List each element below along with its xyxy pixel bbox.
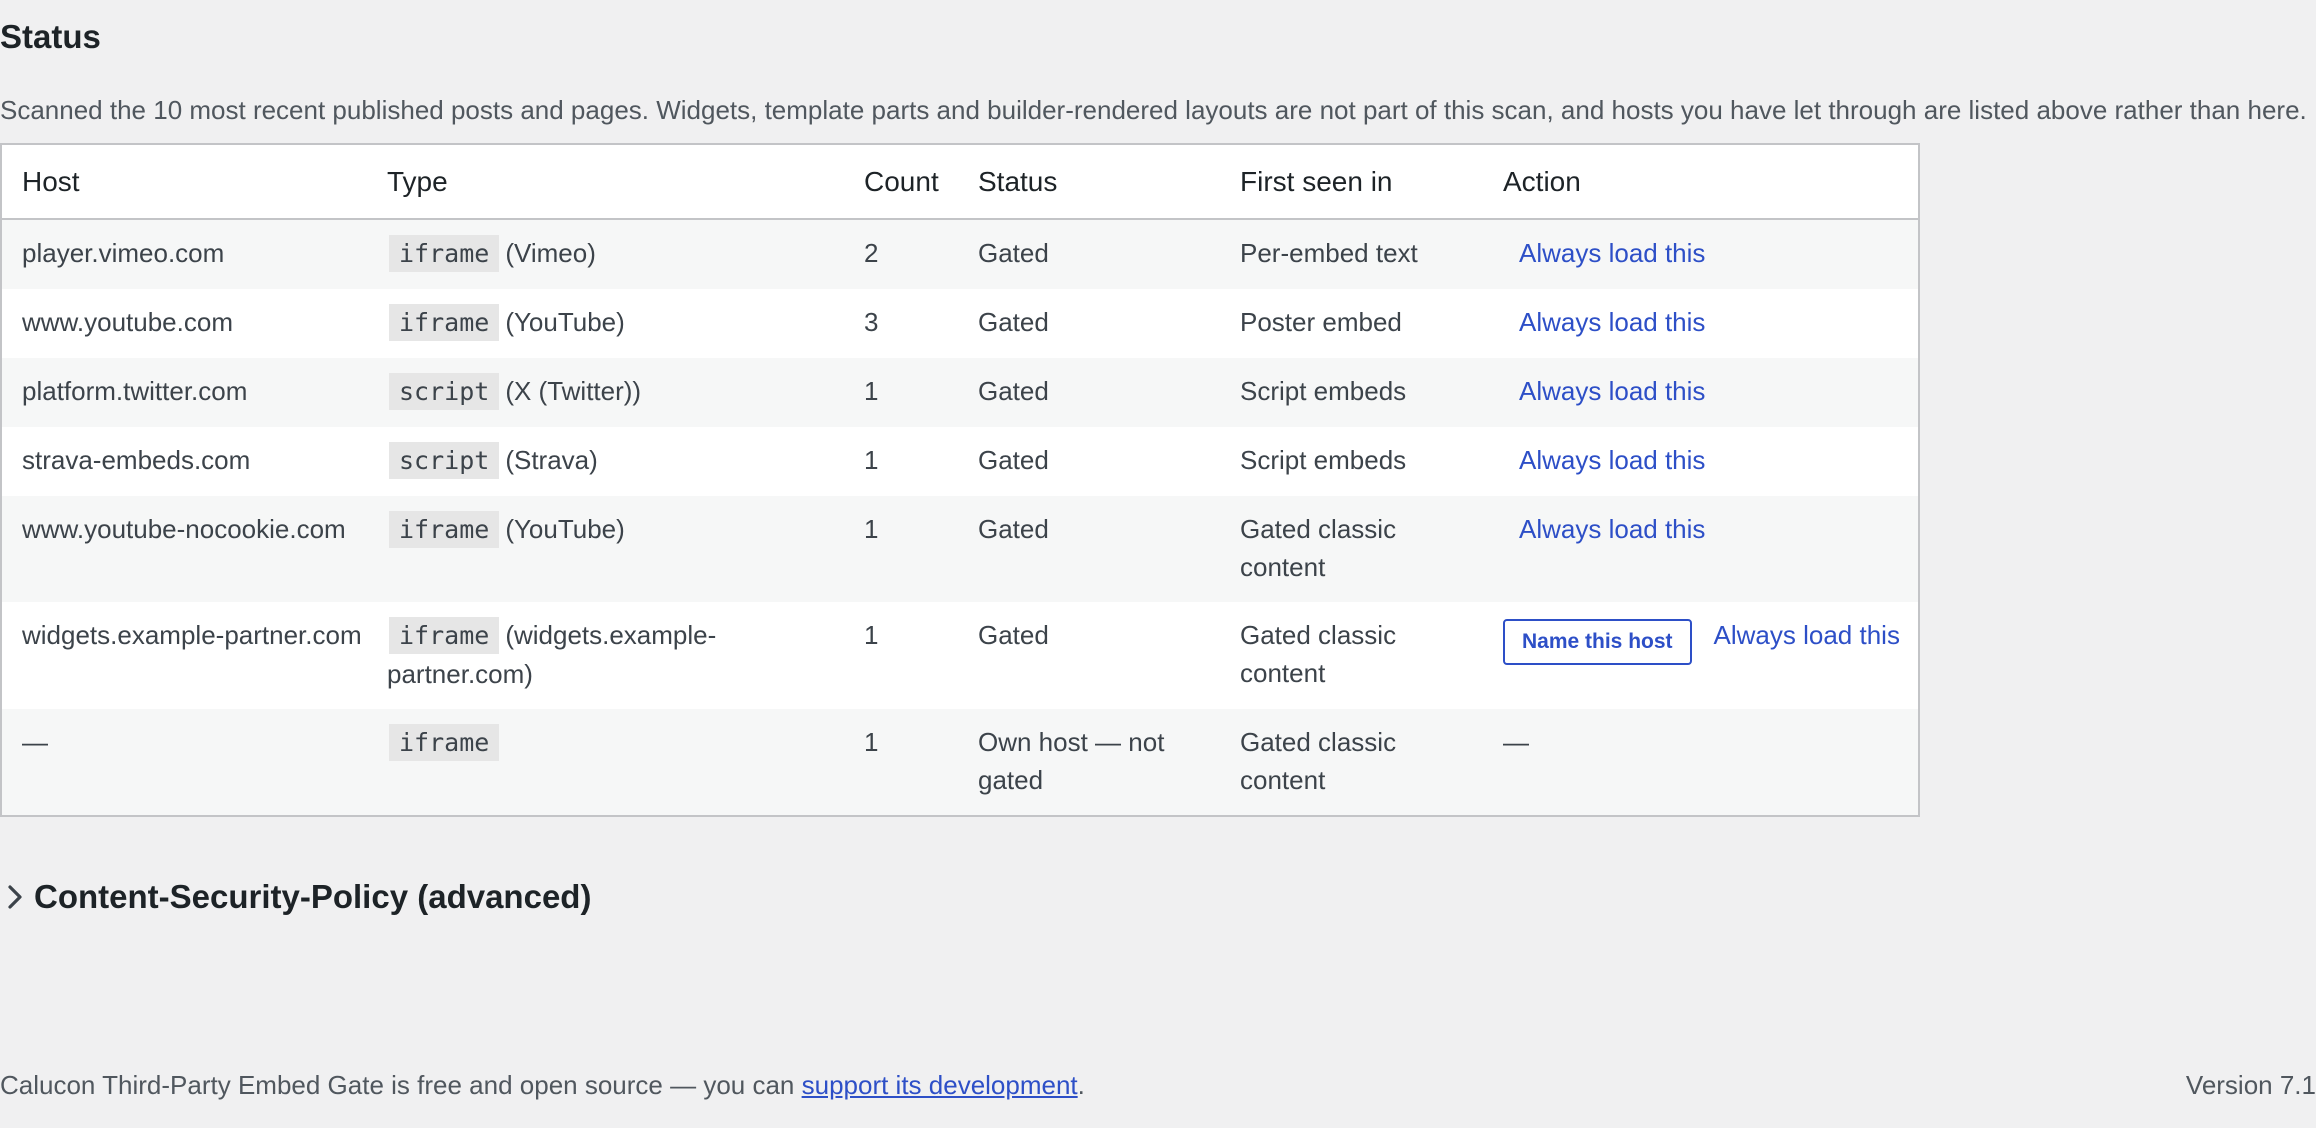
type-code: script: [389, 373, 500, 410]
first-seen-cell: Gated classic content: [1240, 620, 1397, 688]
column-header-type: Type: [367, 145, 844, 220]
table-row: platform.twitter.com script (X (Twitter)) 1…: [2, 358, 1918, 427]
status-cell: Gated: [978, 445, 1049, 475]
host-status-table: Host Type Count Status First seen in Act…: [0, 143, 1920, 817]
type-cell: iframe (Vimeo): [367, 219, 844, 289]
column-header-action: Action: [1483, 145, 1918, 220]
count-cell: 1: [864, 620, 879, 650]
status-cell: Gated: [978, 307, 1049, 337]
type-cell: script (Strava): [367, 427, 844, 496]
type-code: script: [389, 442, 500, 479]
chevron-right-icon: [8, 885, 22, 909]
action-cell: Always load this: [1483, 289, 1918, 358]
host-cell: widgets.example-partner.com: [22, 620, 362, 650]
host-cell: platform.twitter.com: [2, 358, 367, 427]
scan-description: Scanned the 10 most recent published pos…: [0, 95, 2307, 125]
footer-text-end: .: [1077, 1070, 1085, 1100]
type-code: iframe: [389, 235, 500, 272]
always-load-link[interactable]: Always load this: [1519, 514, 1705, 544]
table-row: www.youtube-nocookie.com iframe (YouTube) 1…: [2, 496, 1918, 602]
type-code: iframe: [389, 617, 500, 654]
table-header-row: Host Type Count Status First seen in Act…: [2, 145, 1918, 220]
action-cell: Name this host Always load this: [1483, 602, 1918, 709]
table-row: strava-embeds.com script (Strava) 1 Gated Scr…: [2, 427, 1918, 496]
action-cell: Always load this: [1483, 358, 1918, 427]
status-cell: Gated: [958, 496, 1220, 602]
status-cell: Gated: [958, 358, 1220, 427]
count-cell: 1: [844, 496, 958, 602]
section-heading: Status: [0, 18, 101, 55]
action-cell: —: [1483, 709, 1918, 815]
count-cell: 1: [864, 445, 879, 475]
column-header-host: Host: [2, 145, 367, 220]
table-row: player.vimeo.com iframe (Vimeo) 2 Gated Per-e…: [2, 219, 1918, 289]
status-cell: Gated: [958, 219, 1220, 289]
type-label: (YouTube): [505, 514, 625, 544]
version-label: Version 7.1: [2185, 1070, 2316, 1100]
host-cell: www.youtube.com: [22, 307, 233, 337]
status-cell: Gated: [978, 620, 1049, 650]
name-this-host-button[interactable]: Name this host: [1503, 619, 1692, 665]
first-seen-cell: Poster embed: [1240, 307, 1402, 337]
type-label: (X (Twitter)): [505, 376, 642, 406]
first-seen-cell: Gated classic content: [1220, 709, 1483, 815]
always-load-link[interactable]: Always load this: [1519, 376, 1705, 406]
csp-section-title: Content-Security-Policy (advanced): [34, 878, 592, 915]
table-row: widgets.example-partner.com iframe (widget…: [2, 602, 1918, 709]
host-cell: —: [2, 709, 367, 815]
first-seen-cell: Gated classic content: [1220, 496, 1483, 602]
type-cell: iframe (widgets.example-partner.com): [367, 602, 844, 709]
host-cell: player.vimeo.com: [2, 219, 367, 289]
type-code: iframe: [389, 304, 500, 341]
column-header-status: Status: [958, 145, 1220, 220]
type-cell: iframe (YouTube): [367, 496, 844, 602]
count-cell: 3: [864, 307, 879, 337]
always-load-link[interactable]: Always load this: [1519, 307, 1705, 337]
count-cell: 1: [844, 358, 958, 427]
action-cell: Always load this: [1483, 219, 1918, 289]
first-seen-cell: Per-embed text: [1220, 219, 1483, 289]
first-seen-cell: Script embeds: [1240, 445, 1407, 475]
type-label: (Vimeo): [505, 238, 596, 268]
type-cell: iframe: [367, 709, 844, 815]
type-label: (YouTube): [505, 307, 625, 337]
action-placeholder: —: [1503, 727, 1529, 757]
type-code: iframe: [389, 724, 500, 761]
type-cell: iframe (YouTube): [367, 289, 844, 358]
count-cell: 2: [844, 219, 958, 289]
action-cell: Always load this: [1483, 496, 1918, 602]
first-seen-cell: Script embeds: [1220, 358, 1483, 427]
type-cell: script (X (Twitter)): [367, 358, 844, 427]
support-development-link[interactable]: support its development: [802, 1070, 1078, 1100]
always-load-link[interactable]: Always load this: [1714, 620, 1900, 650]
always-load-link[interactable]: Always load this: [1519, 445, 1705, 475]
type-label: (Strava): [505, 445, 598, 475]
csp-section-toggle[interactable]: Content-Security-Policy (advanced): [0, 878, 591, 916]
always-load-link[interactable]: Always load this: [1519, 238, 1705, 268]
host-cell: www.youtube-nocookie.com: [2, 496, 367, 602]
host-cell: strava-embeds.com: [22, 445, 251, 475]
count-cell: 1: [844, 709, 958, 815]
status-cell: Own host — not gated: [958, 709, 1220, 815]
column-header-count: Count: [844, 145, 958, 220]
type-code: iframe: [389, 511, 500, 548]
table-row: — iframe 1 Own host — not gated Gated classi…: [2, 709, 1918, 815]
column-header-first-seen: First seen in: [1220, 145, 1483, 220]
action-cell: Always load this: [1483, 427, 1918, 496]
footer-credit: Calucon Third-Party Embed Gate is free a…: [0, 1070, 1085, 1101]
table-row: www.youtube.com iframe (YouTube) 3 Gated Post…: [2, 289, 1918, 358]
footer-text: Calucon Third-Party Embed Gate is free a…: [0, 1070, 802, 1100]
